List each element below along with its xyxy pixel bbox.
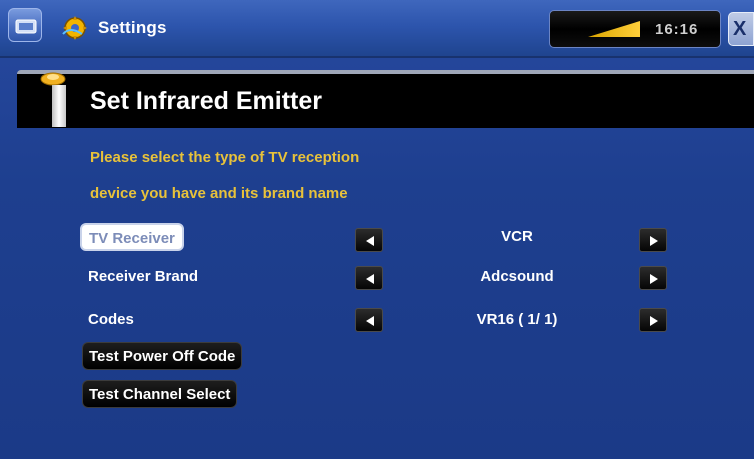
- test-channel-select-button[interactable]: Test Channel Select: [82, 380, 238, 408]
- panel-bar-icon: [52, 85, 66, 127]
- app-title: Settings: [98, 18, 167, 37]
- clock: 16:16: [655, 21, 699, 38]
- receiver-brand-next-button[interactable]: [639, 266, 667, 290]
- settings-screen: Settings 16:16 X Set Infrared Emitter Pl: [0, 0, 754, 459]
- codes-label[interactable]: Codes: [88, 311, 134, 328]
- arrow-right-icon: [650, 236, 658, 246]
- close-button[interactable]: X: [728, 12, 754, 46]
- arrow-left-icon: [366, 274, 374, 284]
- arrow-left-icon: [366, 236, 374, 246]
- arrow-right-icon: [650, 316, 658, 326]
- home-button[interactable]: [8, 8, 42, 42]
- receiver-brand-prev-button[interactable]: [355, 266, 383, 290]
- codes-next-button[interactable]: [639, 308, 667, 332]
- device-type-next-button[interactable]: [639, 228, 667, 252]
- device-type-prev-button[interactable]: [355, 228, 383, 252]
- codes-value: VR16 ( 1/ 1): [476, 311, 558, 328]
- battery-level-icon: [588, 21, 640, 37]
- instruction-line-2: device you have and its brand name: [90, 185, 348, 202]
- status-area: 16:16: [549, 10, 721, 48]
- home-icon: [15, 19, 37, 34]
- arrow-left-icon: [366, 316, 374, 326]
- top-bar: Settings 16:16 X: [0, 0, 754, 58]
- instruction-line-1: Please select the type of TV reception: [90, 149, 360, 166]
- receiver-brand-value: Adcsound: [480, 268, 554, 285]
- settings-icon: [62, 16, 87, 40]
- page-title: Set Infrared Emitter: [90, 87, 323, 115]
- test-power-off-button[interactable]: Test Power Off Code: [82, 342, 243, 370]
- arrow-right-icon: [650, 274, 658, 284]
- close-icon: X: [733, 18, 747, 40]
- device-type-label[interactable]: TV Receiver: [80, 223, 184, 251]
- device-type-value: VCR: [501, 228, 533, 245]
- receiver-brand-label[interactable]: Receiver Brand: [88, 268, 198, 285]
- codes-prev-button[interactable]: [355, 308, 383, 332]
